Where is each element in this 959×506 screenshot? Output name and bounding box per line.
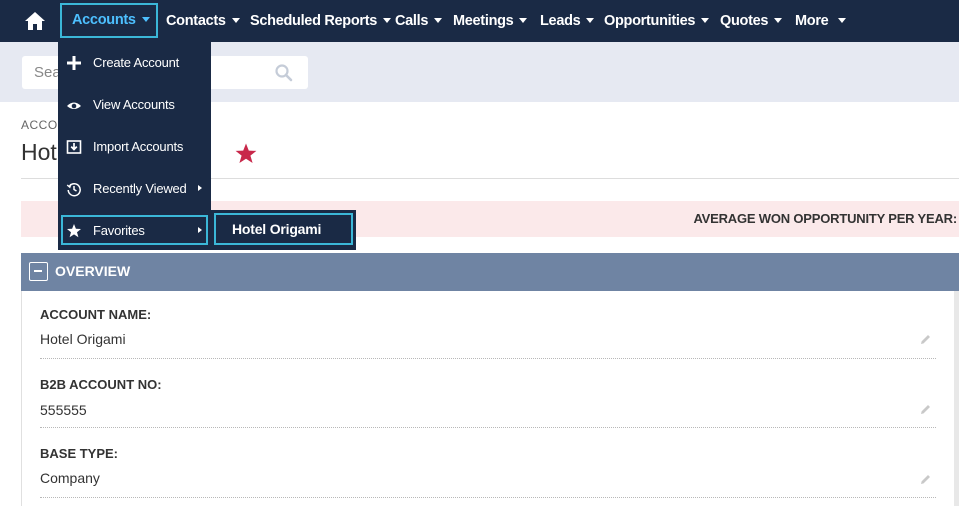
menu-item-label: Favorites xyxy=(93,223,145,238)
breadcrumb[interactable]: ACCO xyxy=(21,118,58,132)
b2b-account-no-value: 555555 xyxy=(40,402,87,418)
collapse-icon[interactable] xyxy=(29,262,48,281)
nav-accounts[interactable]: Accounts xyxy=(60,3,158,38)
account-name-value: Hotel Origami xyxy=(40,331,126,347)
overview-panel-header[interactable]: OVERVIEW xyxy=(21,253,959,291)
nav-leads-label: Leads xyxy=(540,13,581,29)
nav-calls-label: Calls xyxy=(395,13,429,29)
nav-opportunities[interactable]: Opportunities xyxy=(604,0,710,42)
nav-quotes-label: Quotes xyxy=(720,13,769,29)
search-icon[interactable] xyxy=(274,63,294,83)
chevron-right-icon xyxy=(198,185,202,191)
field-separator xyxy=(40,427,936,428)
chevron-down-icon xyxy=(231,18,240,23)
eye-icon xyxy=(66,97,82,113)
nav-contacts-label: Contacts xyxy=(166,13,226,29)
chevron-down-icon xyxy=(586,18,595,23)
nav-more-label: More xyxy=(795,13,829,29)
menu-item-label: View Accounts xyxy=(93,97,175,112)
average-won-opportunity-label: AVERAGE WON OPPORTUNITY PER YEAR: xyxy=(693,211,957,226)
home-icon[interactable] xyxy=(22,9,48,33)
field-separator xyxy=(40,358,936,359)
nav-contacts[interactable]: Contacts xyxy=(166,0,240,42)
menu-item-view-accounts[interactable]: View Accounts xyxy=(60,90,210,120)
chevron-down-icon xyxy=(141,17,150,22)
nav-calls[interactable]: Calls xyxy=(395,0,443,42)
base-type-label: BASE TYPE: xyxy=(40,446,119,461)
chevron-down-icon xyxy=(519,18,528,23)
nav-opportunities-label: Opportunities xyxy=(604,13,696,29)
overview-title: OVERVIEW xyxy=(55,263,131,279)
app-root: Accounts Contacts Scheduled Reports Call… xyxy=(0,0,959,506)
nav-accounts-label: Accounts xyxy=(72,12,136,28)
history-icon xyxy=(66,181,82,197)
chevron-right-icon xyxy=(198,227,202,233)
scrollbar[interactable] xyxy=(954,291,959,506)
menu-item-label: Import Accounts xyxy=(93,139,184,154)
pencil-icon[interactable] xyxy=(919,333,932,346)
nav-scheduled-reports[interactable]: Scheduled Reports xyxy=(250,0,392,42)
pencil-icon[interactable] xyxy=(919,473,932,486)
menu-item-recently-viewed[interactable]: Recently Viewed xyxy=(60,174,210,204)
nav-leads[interactable]: Leads xyxy=(540,0,595,42)
overview-panel-body xyxy=(21,291,959,506)
nav-more[interactable]: More xyxy=(795,0,847,42)
menu-item-label: Recently Viewed xyxy=(93,181,187,196)
menu-item-label: Create Account xyxy=(93,55,180,70)
chevron-down-icon xyxy=(434,18,443,23)
base-type-value: Company xyxy=(40,470,100,486)
menu-item-favorites[interactable]: Favorites xyxy=(60,216,210,246)
chevron-down-icon xyxy=(383,18,392,23)
search-input-text: Sea xyxy=(34,64,61,81)
chevron-down-icon xyxy=(838,18,847,23)
favorite-star-icon[interactable] xyxy=(234,142,258,166)
field-separator xyxy=(40,497,936,498)
nav-meetings-label: Meetings xyxy=(453,13,514,29)
page-title: Hot xyxy=(21,139,57,165)
star-icon xyxy=(66,223,82,239)
menu-item-create-account[interactable]: Create Account xyxy=(60,48,210,78)
nav-meetings[interactable]: Meetings xyxy=(453,0,528,42)
menu-item-import-accounts[interactable]: Import Accounts xyxy=(60,132,210,162)
chevron-down-icon xyxy=(774,18,783,23)
plus-icon xyxy=(66,55,82,71)
import-icon xyxy=(66,139,82,155)
top-navigation-bar: Accounts Contacts Scheduled Reports Call… xyxy=(0,0,959,42)
favorites-submenu: Hotel Origami xyxy=(211,210,356,250)
chevron-down-icon xyxy=(701,18,710,23)
nav-quotes[interactable]: Quotes xyxy=(720,0,783,42)
account-name-label: ACCOUNT NAME: xyxy=(40,307,152,322)
nav-scheduled-reports-label: Scheduled Reports xyxy=(250,13,378,29)
b2b-account-no-label: B2B ACCOUNT NO: xyxy=(40,377,162,392)
favorite-item-hotel-origami[interactable]: Hotel Origami xyxy=(214,213,353,245)
pencil-icon[interactable] xyxy=(919,403,932,416)
